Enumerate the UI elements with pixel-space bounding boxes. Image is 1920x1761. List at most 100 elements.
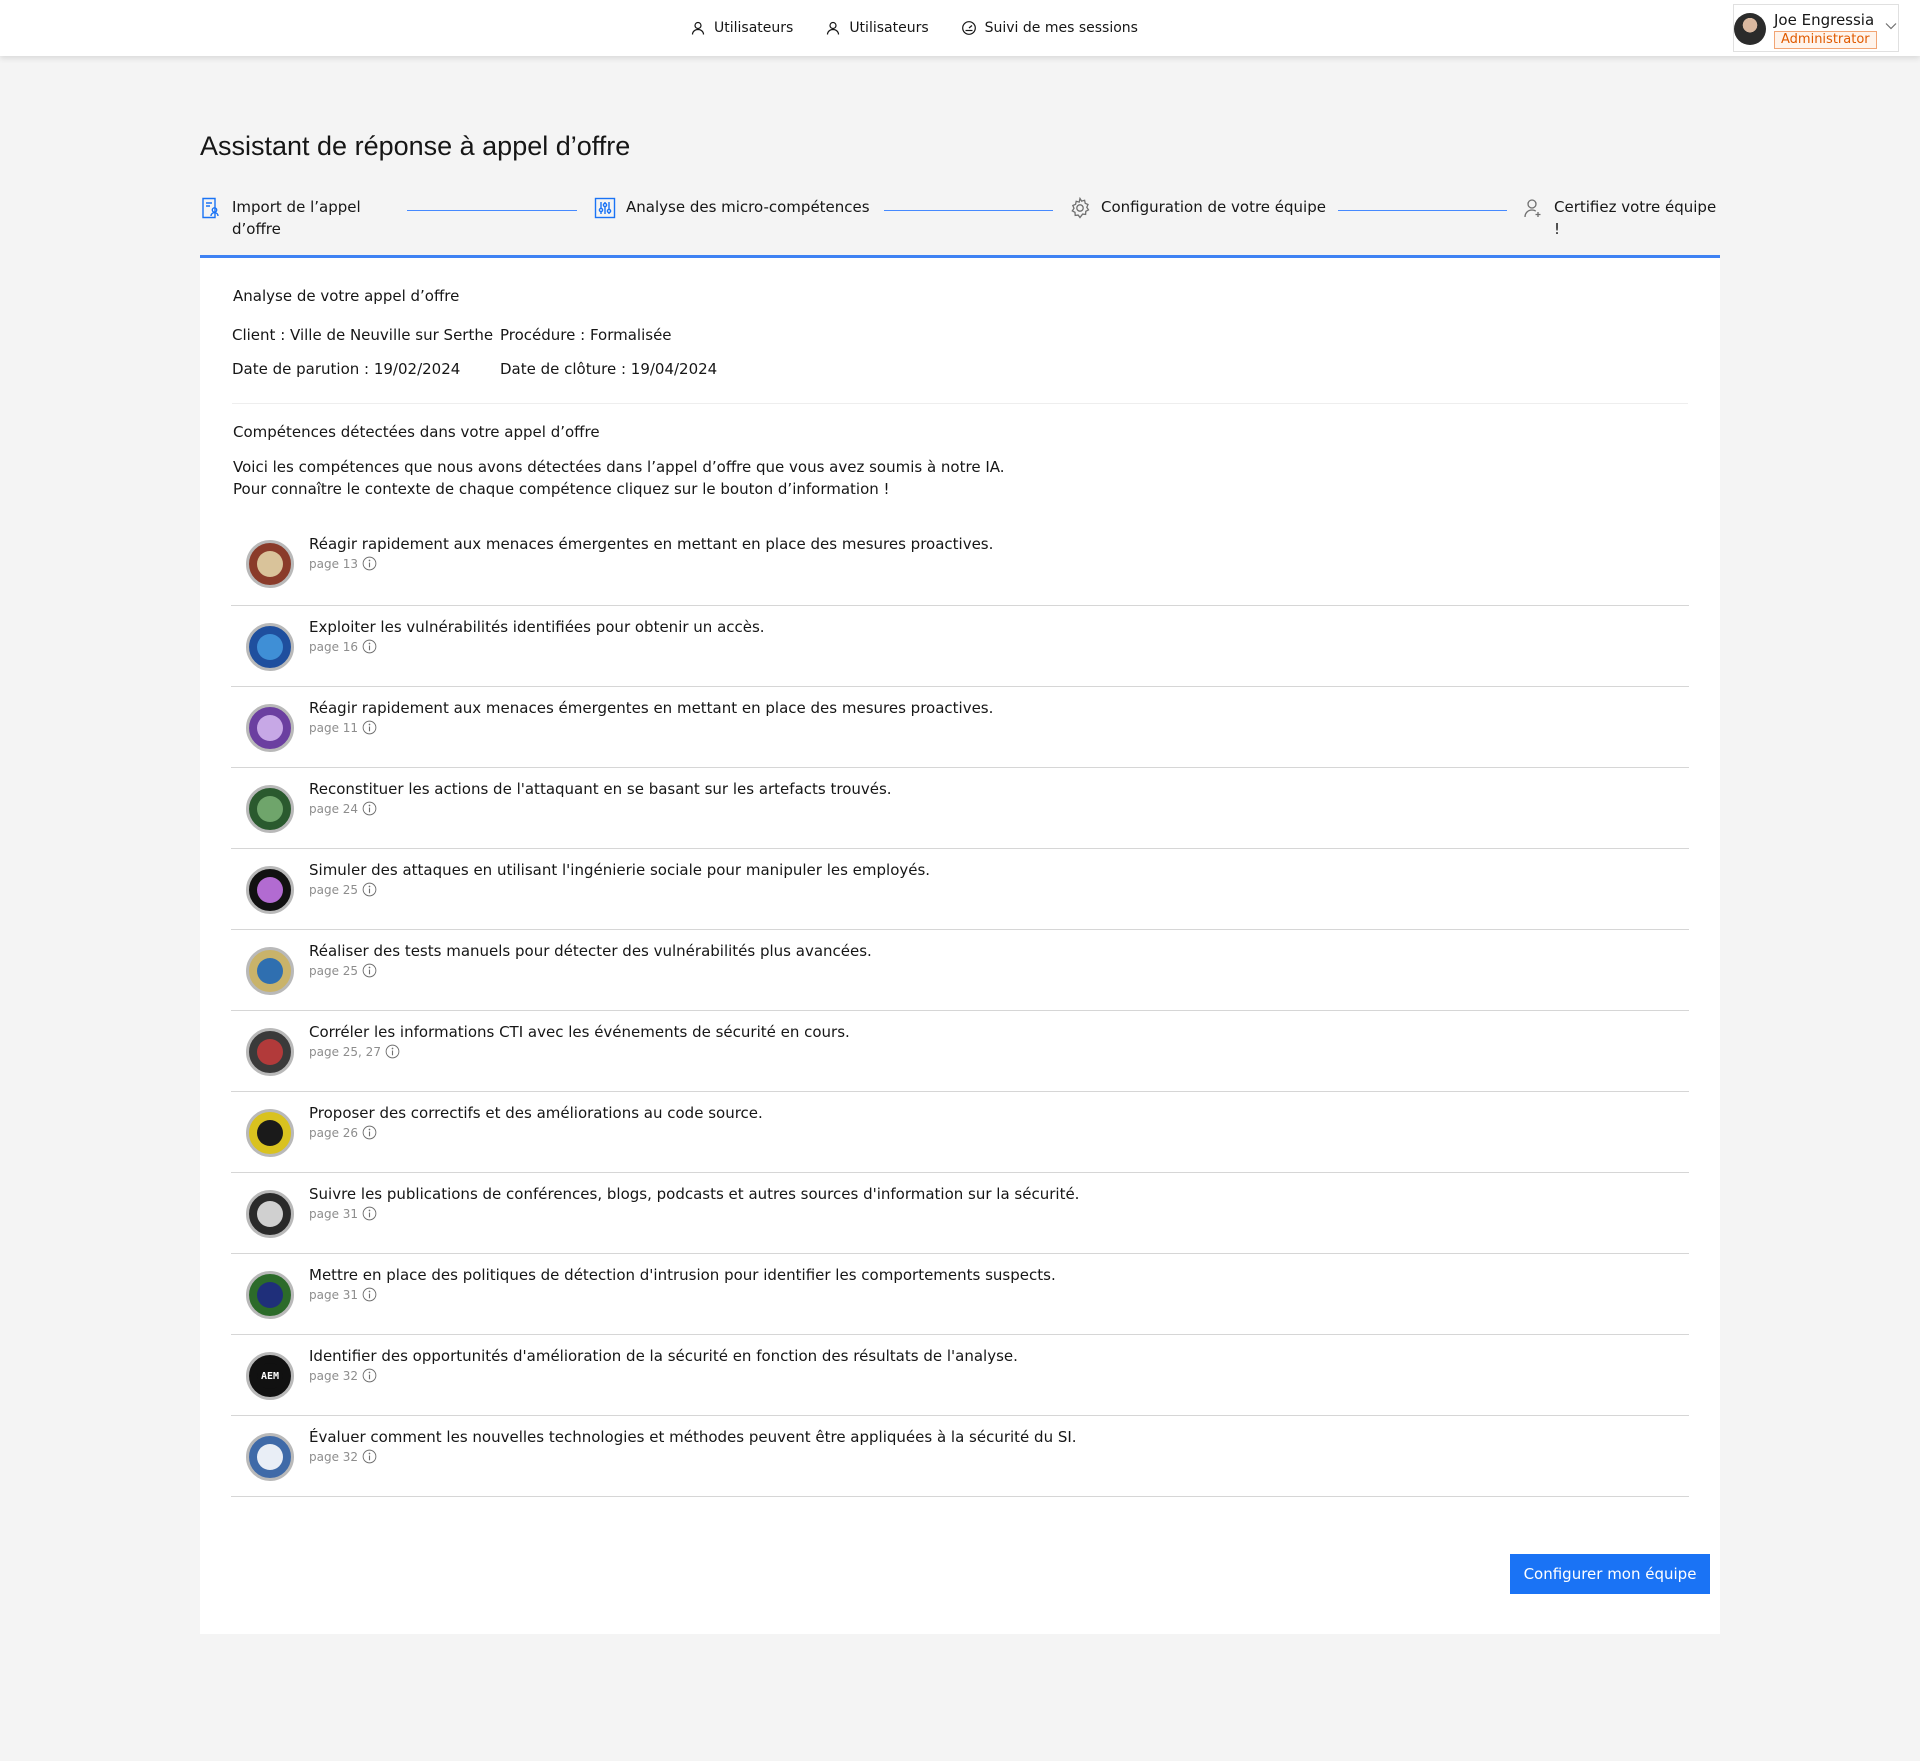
info-icon[interactable]	[362, 639, 377, 654]
skill-page-label: page 31	[309, 1287, 359, 1302]
skills-intro: Voici les compétences que nous avons dét…	[233, 458, 1005, 498]
sliders-icon	[594, 197, 616, 219]
skill-text: Évaluer comment les nouvelles technologi…	[309, 1428, 1077, 1446]
skill-item: Exploiter les vulnérabilités identifiées…	[231, 606, 1689, 687]
skill-badge-icon	[246, 1028, 294, 1076]
chevron-down-icon	[1885, 23, 1897, 30]
skill-item: AEM Identifier des opportunités d'amélior…	[231, 1335, 1689, 1416]
skill-badge-icon	[246, 1109, 294, 1157]
skill-item: Réaliser des tests manuels pour détecter…	[231, 930, 1689, 1011]
info-icon[interactable]	[362, 963, 377, 978]
info-icon[interactable]	[362, 720, 377, 735]
skill-badge-icon	[246, 704, 294, 752]
gear-icon	[1071, 197, 1090, 219]
info-icon[interactable]	[362, 1368, 377, 1383]
info-icon[interactable]	[362, 1287, 377, 1302]
user-add-icon	[1524, 199, 1541, 218]
badge-emblem: AEM	[257, 1363, 283, 1389]
skill-page-ref: page 32	[309, 1368, 377, 1383]
skill-text: Réagir rapidement aux menaces émergentes…	[309, 699, 994, 717]
skill-page-ref: page 31	[309, 1206, 377, 1221]
badge-emblem	[257, 877, 283, 903]
analysis-title: Analyse de votre appel d’offre	[233, 287, 460, 305]
step-connector	[1338, 210, 1507, 211]
badge-emblem	[257, 958, 283, 984]
user-menu[interactable]: Joe Engressia Administrator	[1733, 4, 1899, 52]
info-icon[interactable]	[362, 882, 377, 897]
badge-emblem	[257, 1444, 283, 1470]
skill-page-label: page 24	[309, 801, 359, 816]
skill-badge-icon	[246, 1433, 294, 1481]
skill-text: Suivre les publications de conférences, …	[309, 1185, 1080, 1203]
step-label: Analyse des micro-compétences	[626, 198, 870, 216]
user-role-badge: Administrator	[1774, 31, 1877, 49]
skill-page-ref: page 25	[309, 963, 377, 978]
skill-page-label: page 11	[309, 720, 359, 735]
user-icon	[827, 21, 840, 35]
nav-item-sessions[interactable]: Suivi de mes sessions	[961, 20, 1138, 36]
avatar	[1734, 13, 1766, 45]
skill-badge-icon	[246, 623, 294, 671]
skill-badge-icon	[246, 866, 294, 914]
top-navigation: Utilisateurs Utilisateurs Suivi de mes s…	[690, 0, 1138, 56]
skill-page-label: page 31	[309, 1206, 359, 1221]
skill-page-label: page 16	[309, 639, 359, 654]
step-connector	[407, 210, 577, 211]
skill-item: Réagir rapidement aux menaces émergentes…	[231, 687, 1689, 768]
info-icon[interactable]	[362, 1449, 377, 1464]
configure-team-button[interactable]: Configurer mon équipe	[1510, 1554, 1710, 1594]
step-label: Import de l’appel d’offre	[232, 198, 361, 238]
step-certify[interactable]: Certifiez votre équipe !	[1522, 196, 1720, 240]
skill-page-ref: page 11	[309, 720, 377, 735]
skill-text: Exploiter les vulnérabilités identifiées…	[309, 618, 765, 636]
skill-text: Identifier des opportunités d'améliorati…	[309, 1347, 1018, 1365]
skill-badge-icon	[246, 947, 294, 995]
procedure-info: Procédure : Formalisée	[500, 326, 672, 344]
skill-text: Reconstituer les actions de l'attaquant …	[309, 780, 892, 798]
skills-section-title: Compétences détectées dans votre appel d…	[233, 423, 600, 441]
skill-badge-icon	[246, 1271, 294, 1319]
top-bar: Utilisateurs Utilisateurs Suivi de mes s…	[0, 0, 1920, 56]
step-configuration[interactable]: Configuration de votre équipe	[1069, 196, 1326, 219]
nav-item-label: Utilisateurs	[849, 20, 929, 36]
skill-badge-icon: AEM	[246, 1352, 294, 1400]
skill-page-ref: page 16	[309, 639, 377, 654]
skill-item: Suivre les publications de conférences, …	[231, 1173, 1689, 1254]
nav-item-users-2[interactable]: Utilisateurs	[825, 20, 929, 36]
user-name: Joe Engressia	[1774, 11, 1875, 29]
skill-page-ref: page 13	[309, 556, 377, 571]
publication-date: Date de parution : 19/02/2024	[232, 360, 461, 378]
skill-text: Corréler les informations CTI avec les é…	[309, 1023, 850, 1041]
badge-emblem	[257, 634, 283, 660]
info-icon[interactable]	[362, 1206, 377, 1221]
skill-text: Réaliser des tests manuels pour détecter…	[309, 942, 872, 960]
step-analysis[interactable]: Analyse des micro-compétences	[594, 196, 870, 219]
skill-badge-icon	[246, 1190, 294, 1238]
info-icon[interactable]	[362, 801, 377, 816]
skill-item: Réagir rapidement aux menaces émergentes…	[231, 520, 1689, 606]
skill-page-label: page 25	[309, 963, 359, 978]
skill-item: Simuler des attaques en utilisant l'ingé…	[231, 849, 1689, 930]
closing-date: Date de clôture : 19/04/2024	[500, 360, 718, 378]
skill-item: Mettre en place des politiques de détect…	[231, 1254, 1689, 1335]
badge-emblem	[257, 715, 283, 741]
nav-item-users-1[interactable]: Utilisateurs	[690, 20, 793, 36]
skill-page-ref: page 26	[309, 1125, 377, 1140]
info-icon[interactable]	[362, 556, 377, 571]
skill-page-label: page 25	[309, 882, 359, 897]
info-icon[interactable]	[385, 1044, 400, 1059]
nav-item-label: Suivi de mes sessions	[984, 20, 1138, 36]
analysis-card: Analyse de votre appel d’offre Client : …	[200, 258, 1720, 1634]
badge-emblem	[257, 796, 283, 822]
user-icon	[691, 21, 705, 35]
step-import[interactable]: Import de l’appel d’offre	[200, 196, 361, 240]
skill-page-label: page 32	[309, 1368, 359, 1383]
info-icon[interactable]	[362, 1125, 377, 1140]
page-title: Assistant de réponse à appel d’offre	[200, 131, 631, 161]
step-label: Configuration de votre équipe	[1101, 198, 1326, 216]
skill-page-ref: page 31	[309, 1287, 377, 1302]
badge-emblem	[257, 551, 283, 577]
skill-page-label: page 13	[309, 556, 359, 571]
badge-emblem	[257, 1201, 283, 1227]
skill-item: Reconstituer les actions de l'attaquant …	[231, 768, 1689, 849]
